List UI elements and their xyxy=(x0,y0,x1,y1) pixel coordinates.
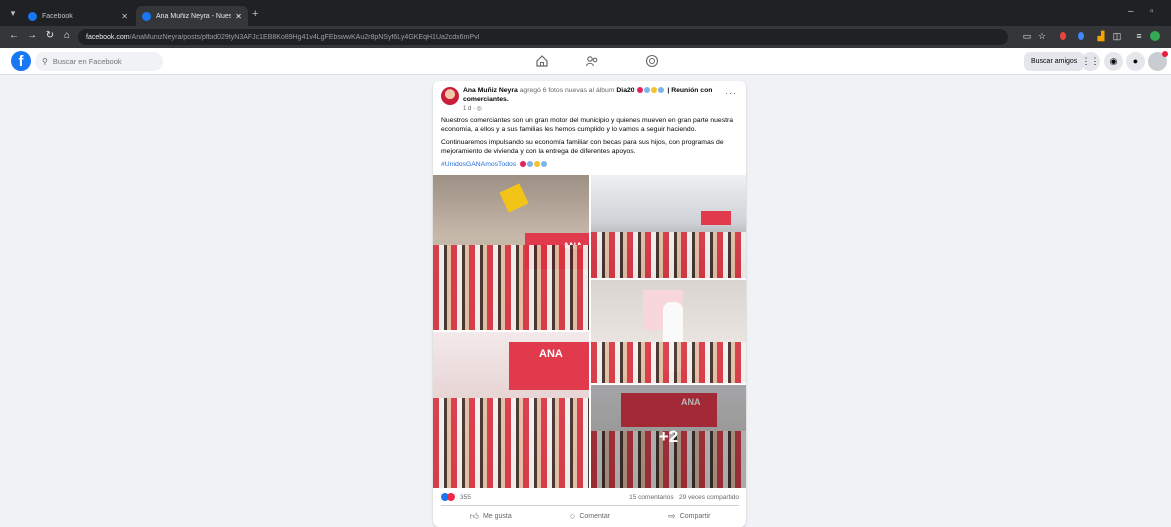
new-tab-button[interactable]: + xyxy=(252,8,258,20)
url-path: /AnaMunizNeyra/posts/pfbid029tyN3AFJc1EB… xyxy=(129,33,480,41)
notifications-bell-icon[interactable]: ● xyxy=(1126,52,1145,71)
post-action-text: agregó 6 fotos nuevas al álbum xyxy=(519,87,615,94)
post-actions: 👍︎ Me gusta ○ Comentar ⇨ Compartir xyxy=(441,508,739,524)
post-stats: 355 15 comentarios 29 veces compartido xyxy=(441,492,739,504)
browser-tab-facebook[interactable]: Facebook ✕ xyxy=(22,6,134,26)
campaign-banner: ANA xyxy=(509,342,589,390)
groups-nav-icon[interactable] xyxy=(645,54,659,68)
back-icon[interactable]: ← xyxy=(8,30,20,42)
tab-close-icon[interactable]: ✕ xyxy=(235,12,242,21)
divider xyxy=(441,505,739,506)
hashtag-link[interactable]: #UnidosGANAmosTodos xyxy=(441,161,516,168)
facebook-favicon-icon xyxy=(142,11,151,21)
post-card: Ana Muñiz Neyra agregó 6 fotos nuevas al… xyxy=(433,81,746,527)
share-arrow-icon: ⇨ xyxy=(668,510,676,521)
tab-close-icon[interactable]: ✕ xyxy=(121,12,128,21)
restore-icon[interactable]: ▫ xyxy=(1150,6,1154,17)
facebook-favicon-icon xyxy=(28,11,37,21)
post-time[interactable]: 1 d xyxy=(463,106,471,112)
comment-label: Comentar xyxy=(579,512,611,520)
reactions-count[interactable]: 355 xyxy=(460,494,471,501)
author-name[interactable]: Ana Muñiz Neyra xyxy=(463,87,518,94)
url-host: facebook.com xyxy=(86,33,130,41)
crowd-image xyxy=(433,244,589,330)
tab-label: Facebook xyxy=(42,12,73,20)
home-icon[interactable]: ⌂ xyxy=(61,30,73,42)
photo-1[interactable]: ANA xyxy=(433,175,589,330)
bookmark-star-icon[interactable]: ☆ xyxy=(1037,31,1047,41)
love-reaction-icon xyxy=(447,493,455,501)
cast-icon[interactable]: ▭ xyxy=(1022,31,1032,41)
minimize-icon[interactable]: – xyxy=(1128,6,1134,17)
more-photos-overlay[interactable]: +2 xyxy=(591,385,746,488)
globe-icon: · ◎ xyxy=(473,106,482,112)
profile-avatar-icon[interactable] xyxy=(1150,31,1160,41)
like-label: Me gusta xyxy=(482,512,512,520)
tab-search-icon[interactable]: ▾ xyxy=(8,8,18,18)
thumbs-up-icon: 👍︎ xyxy=(469,510,479,521)
comment-button[interactable]: ○ Comentar xyxy=(540,508,639,524)
menu-grid-icon[interactable]: ⋮⋮ xyxy=(1081,52,1100,71)
search-icon: ⚲ xyxy=(42,57,48,66)
downloads-icon[interactable]: ≡ xyxy=(1134,31,1144,41)
photo-3[interactable] xyxy=(591,280,746,383)
yellow-flag xyxy=(499,183,529,213)
like-button[interactable]: 👍︎ Me gusta xyxy=(441,508,540,524)
crowd-image xyxy=(591,341,746,383)
post-paragraph-1: Nuestros comerciantes son un gran motor … xyxy=(441,117,734,133)
search-input[interactable] xyxy=(52,57,153,66)
photo-5[interactable]: ANA +2 xyxy=(591,385,746,488)
album-hearts-icon xyxy=(636,87,664,94)
comment-bubble-icon: ○ xyxy=(569,511,576,521)
browser-toolbar: ← → ↻ ⌂ facebook.com /AnaMunizNeyra/post… xyxy=(0,26,1171,48)
post-meta: 1 d · ◎ xyxy=(463,105,482,112)
extension-icon[interactable] xyxy=(1060,32,1066,40)
photo-grid: ANA ANA ANA +2 xyxy=(433,175,746,488)
crowd-image xyxy=(433,397,589,488)
post-paragraph-2: Continuaremos impulsando su economía fam… xyxy=(441,139,724,155)
browser-tab-post[interactable]: Ana Muñiz Neyra - Nuestros co ✕ xyxy=(136,6,248,26)
tab-label: Ana Muñiz Neyra - Nuestros co xyxy=(156,12,232,20)
friends-nav-icon[interactable] xyxy=(585,54,599,68)
post-header: Ana Muñiz Neyra agregó 6 fotos nuevas al… xyxy=(463,87,718,104)
forward-icon[interactable]: → xyxy=(26,30,38,42)
home-nav-icon[interactable] xyxy=(535,54,549,68)
crowd-image xyxy=(591,231,746,278)
facebook-search[interactable]: ⚲ xyxy=(35,52,163,71)
address-bar[interactable]: facebook.com /AnaMunizNeyra/posts/pfbid0… xyxy=(78,29,1008,45)
comments-count[interactable]: 15 comentarios xyxy=(629,494,673,501)
find-friends-button[interactable]: Buscar amigos xyxy=(1024,52,1085,71)
shares-count[interactable]: 29 veces compartido xyxy=(679,494,739,501)
extension-icon[interactable] xyxy=(1078,32,1084,40)
comments-shares: 15 comentarios 29 veces compartido xyxy=(629,494,739,501)
campaign-banner xyxy=(701,211,731,225)
reload-icon[interactable]: ↻ xyxy=(44,30,56,42)
messenger-icon[interactable]: ◉ xyxy=(1104,52,1123,71)
extension-icon[interactable]: ▟ xyxy=(1096,31,1106,41)
photo-4[interactable]: ANA xyxy=(433,332,589,488)
photo-2[interactable] xyxy=(591,175,746,278)
browser-tab-strip: ▾ Facebook ✕ Ana Muñiz Neyra - Nuestros … xyxy=(0,0,1171,26)
banner-name: ANA xyxy=(539,348,563,360)
facebook-logo-icon[interactable]: f xyxy=(11,51,31,71)
album-name[interactable]: Dia20 xyxy=(616,87,634,94)
hashtag-hearts-icon xyxy=(520,161,547,167)
facebook-header: f ⚲ Buscar amigos ⋮⋮ ◉ ● xyxy=(0,48,1171,75)
extensions-puzzle-icon[interactable]: ◫ xyxy=(1112,31,1122,41)
share-label: Compartir xyxy=(679,512,711,520)
author-avatar[interactable] xyxy=(441,87,459,105)
share-button[interactable]: ⇨ Compartir xyxy=(640,508,739,524)
more-options-icon[interactable]: ··· xyxy=(725,88,737,98)
notification-badge xyxy=(1162,51,1168,57)
